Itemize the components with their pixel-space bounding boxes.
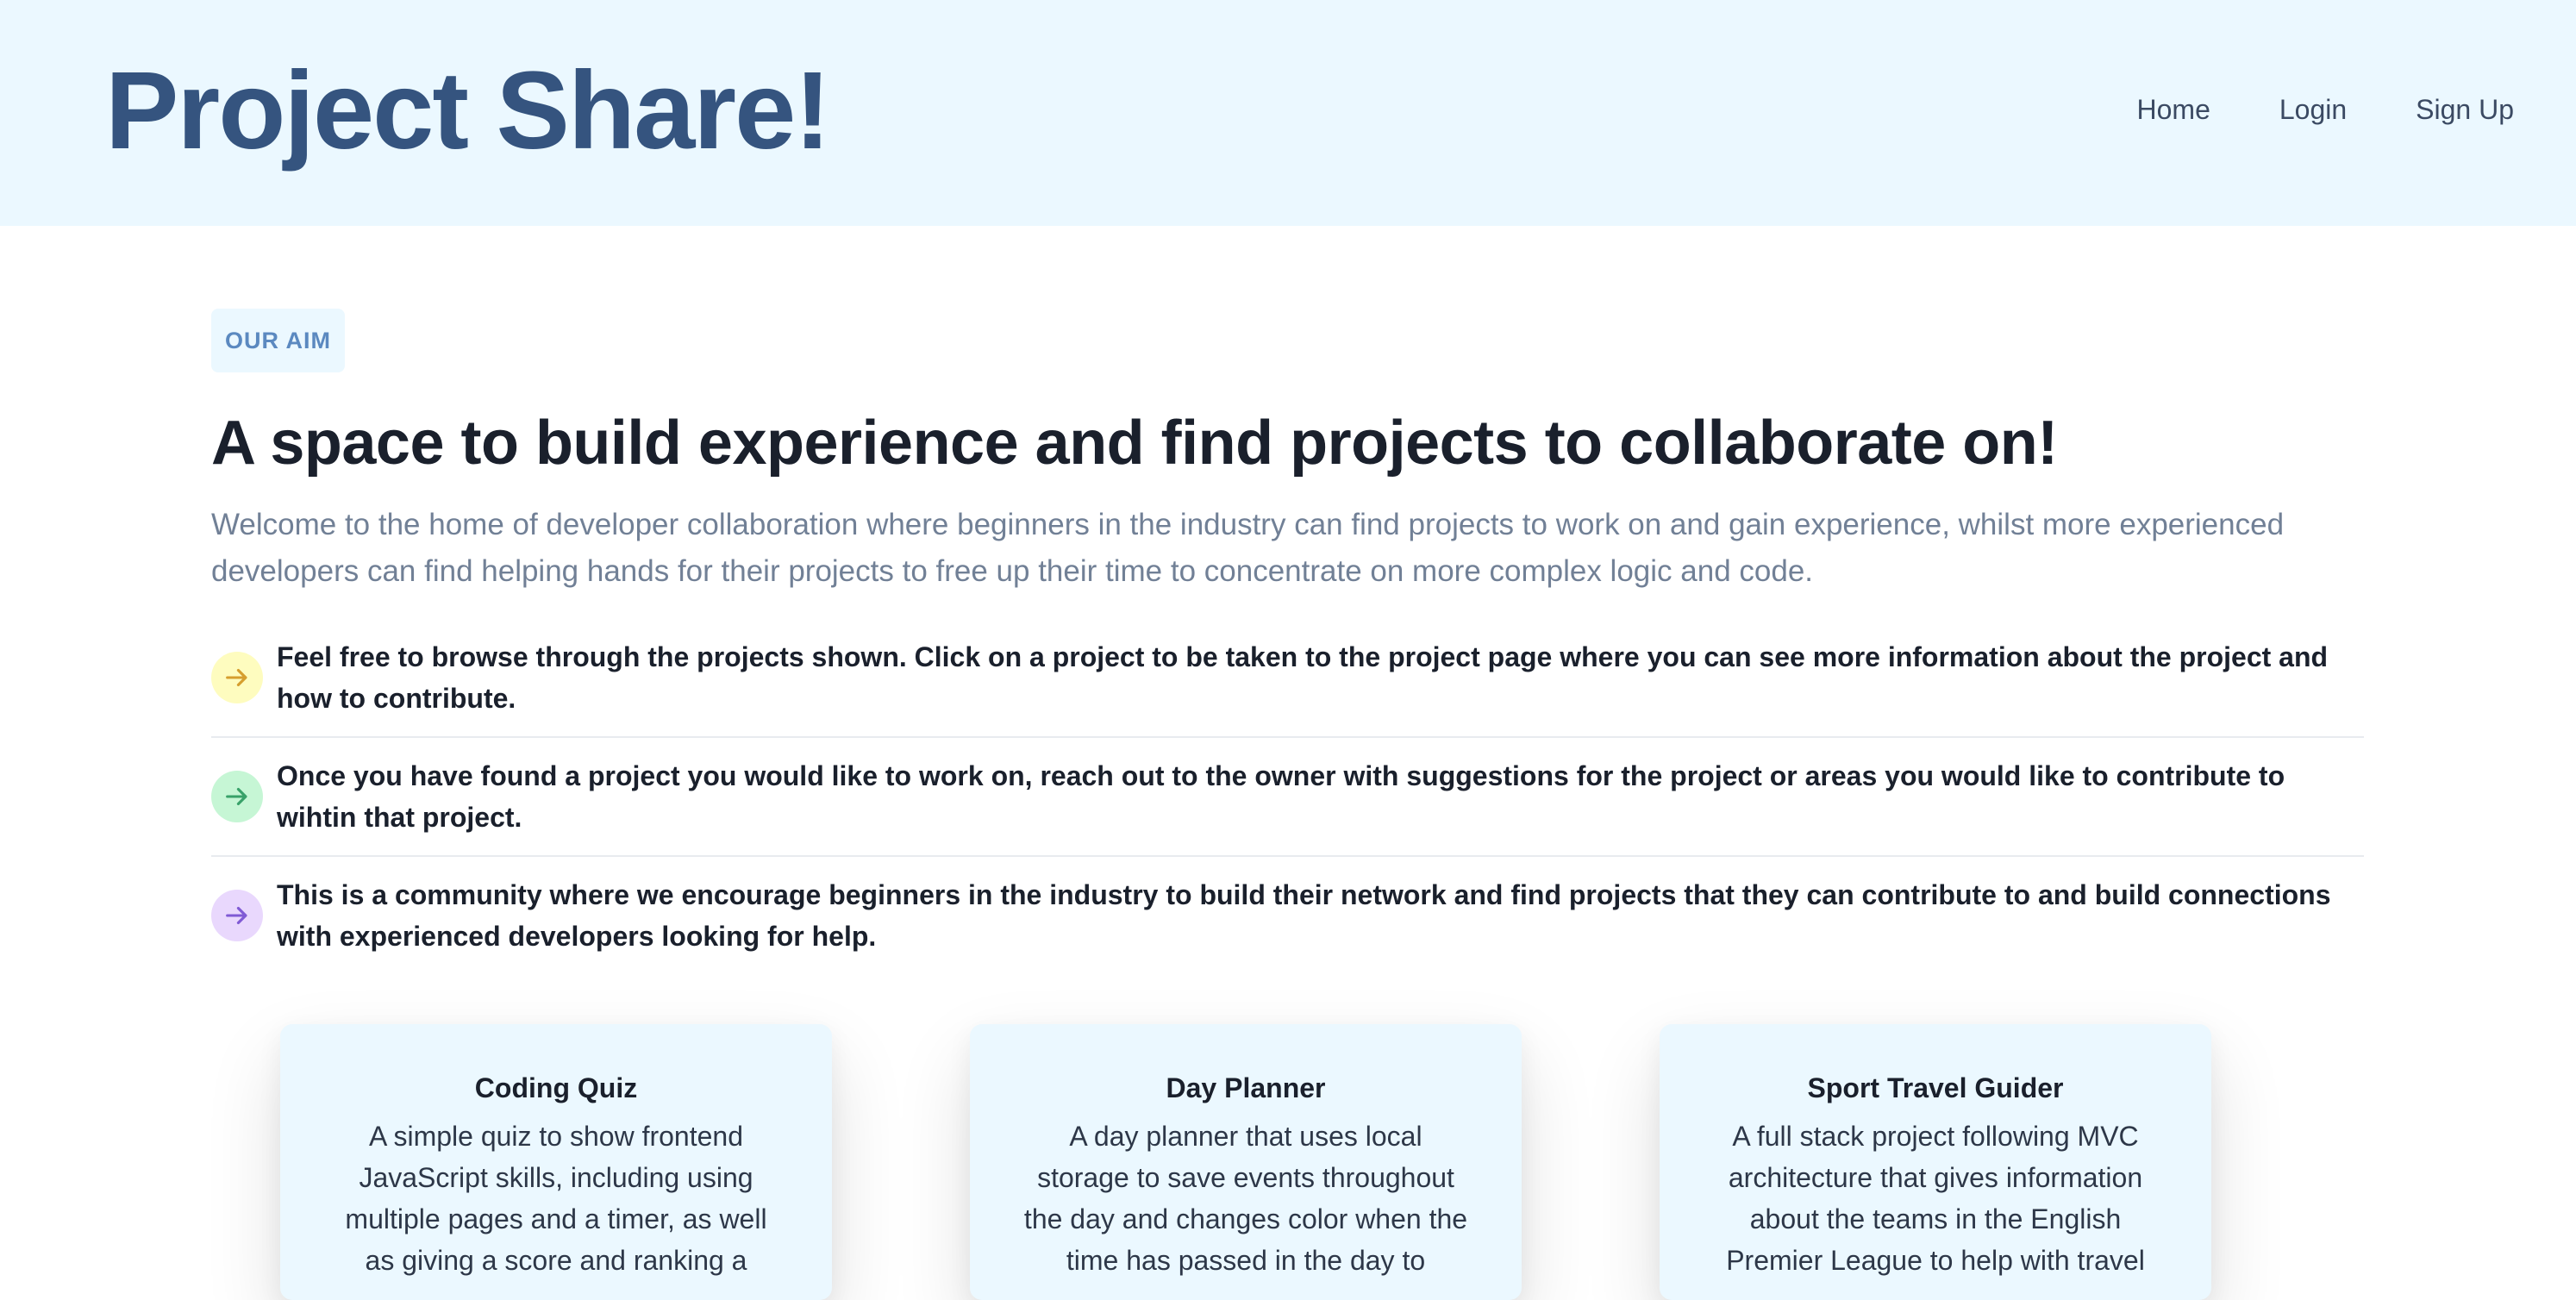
project-card[interactable]: Day Planner A day planner that uses loca… <box>970 1024 1522 1300</box>
arrow-right-icon <box>211 652 263 703</box>
feature-list: Feel free to browse through the projects… <box>211 619 2364 974</box>
feature-text: Feel free to browse through the projects… <box>277 641 2329 714</box>
feature-text: Once you have found a project you would … <box>277 760 2285 833</box>
feature-item: Once you have found a project you would … <box>211 738 2364 857</box>
section-badge: OUR AIM <box>211 309 345 372</box>
project-card[interactable]: Coding Quiz A simple quiz to show fronte… <box>280 1024 832 1300</box>
feature-item: This is a community where we encourage b… <box>211 857 2364 974</box>
feature-text: This is a community where we encourage b… <box>277 879 2331 952</box>
nav-link-login[interactable]: Login <box>2279 90 2347 129</box>
project-title: Sport Travel Guider <box>1807 1072 2064 1103</box>
project-description: A day planner that uses local storage to… <box>1023 1121 1468 1276</box>
section-intro: Welcome to the home of developer collabo… <box>211 508 2285 588</box>
site-header: Project Share! Home Login Sign Up <box>0 0 2576 226</box>
arrow-right-icon <box>211 771 263 822</box>
project-description: A simple quiz to show frontend JavaScrip… <box>345 1121 767 1276</box>
aim-section: OUR AIM A space to build experience and … <box>211 309 2364 974</box>
project-cards: Coding Quiz A simple quiz to show fronte… <box>280 1024 2211 1300</box>
project-description: A full stack project following MVC archi… <box>1726 1121 2145 1276</box>
section-headline: A space to build experience and find pro… <box>211 409 2058 478</box>
nav-link-home[interactable]: Home <box>2137 90 2210 129</box>
project-title: Coding Quiz <box>474 1072 638 1103</box>
arrow-right-icon <box>211 890 263 941</box>
site-logo[interactable]: Project Share! <box>105 45 831 178</box>
main-nav: Home Login Sign Up <box>2137 90 2515 129</box>
feature-item: Feel free to browse through the projects… <box>211 619 2364 738</box>
project-title: Day Planner <box>1166 1072 1326 1103</box>
nav-link-sign-up[interactable]: Sign Up <box>2416 90 2514 129</box>
project-card[interactable]: Sport Travel Guider A full stack project… <box>1660 1024 2211 1300</box>
